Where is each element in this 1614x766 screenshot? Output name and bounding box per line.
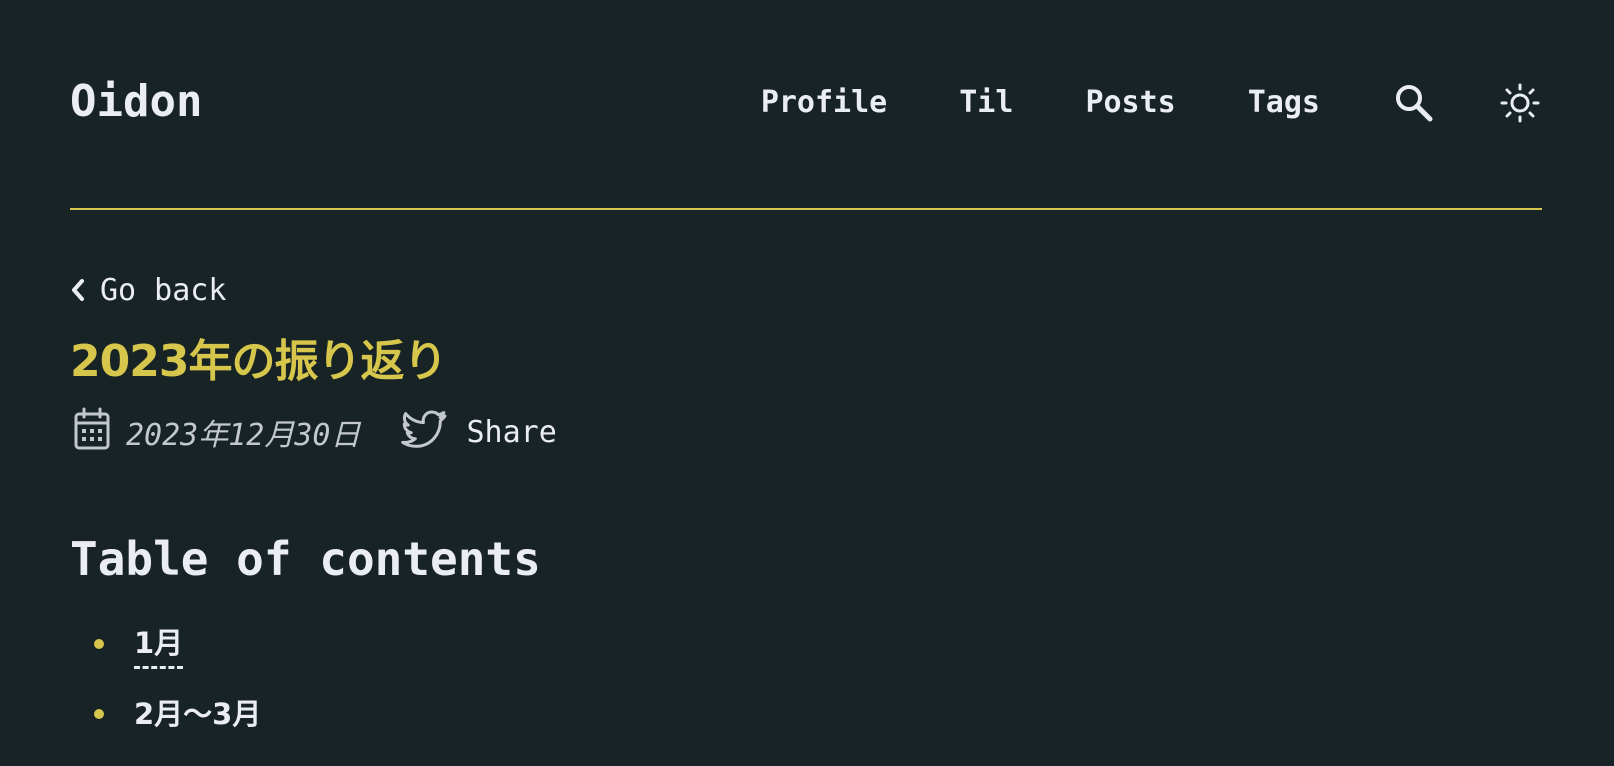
post-content: Go back 2023年の振り返り 2023年12月30日 Share Tab… xyxy=(70,270,1542,766)
share-button[interactable]: Share xyxy=(399,408,557,456)
nav-posts[interactable]: Posts xyxy=(1085,88,1175,118)
sun-icon[interactable] xyxy=(1498,81,1542,125)
main-nav: Profile Til Posts Tags xyxy=(761,78,1542,128)
nav-til[interactable]: Til xyxy=(959,88,1013,118)
post-title: 2023年の振り返り xyxy=(70,336,447,387)
toc-list: 1月 2月〜3月 xyxy=(70,626,1542,732)
share-label: Share xyxy=(466,414,557,450)
bullet xyxy=(94,639,104,650)
go-back-button[interactable]: Go back xyxy=(70,270,1542,310)
toc-link-january[interactable]: 1月 xyxy=(134,620,184,669)
search-icon[interactable] xyxy=(1392,81,1436,125)
site-logo[interactable]: Oidon xyxy=(70,80,202,124)
bullet xyxy=(94,709,104,720)
nav-profile[interactable]: Profile xyxy=(761,88,887,118)
toc-heading: Table of contents xyxy=(70,532,541,587)
toc-item: 2月〜3月 xyxy=(70,696,1542,732)
site-header: Oidon Profile Til Posts Tags xyxy=(70,0,1542,210)
nav-tags[interactable]: Tags xyxy=(1248,88,1320,118)
toc-link-february-march[interactable]: 2月〜3月 xyxy=(134,691,261,737)
go-back-label: Go back xyxy=(100,272,227,308)
post-meta: 2023年12月30日 Share xyxy=(70,406,1542,458)
twitter-icon xyxy=(399,408,449,456)
calendar-icon xyxy=(70,406,114,458)
post-date: 2023年12月30日 xyxy=(126,418,361,454)
toc-item: 1月 xyxy=(70,626,1542,669)
chevron-left-icon xyxy=(72,279,84,301)
